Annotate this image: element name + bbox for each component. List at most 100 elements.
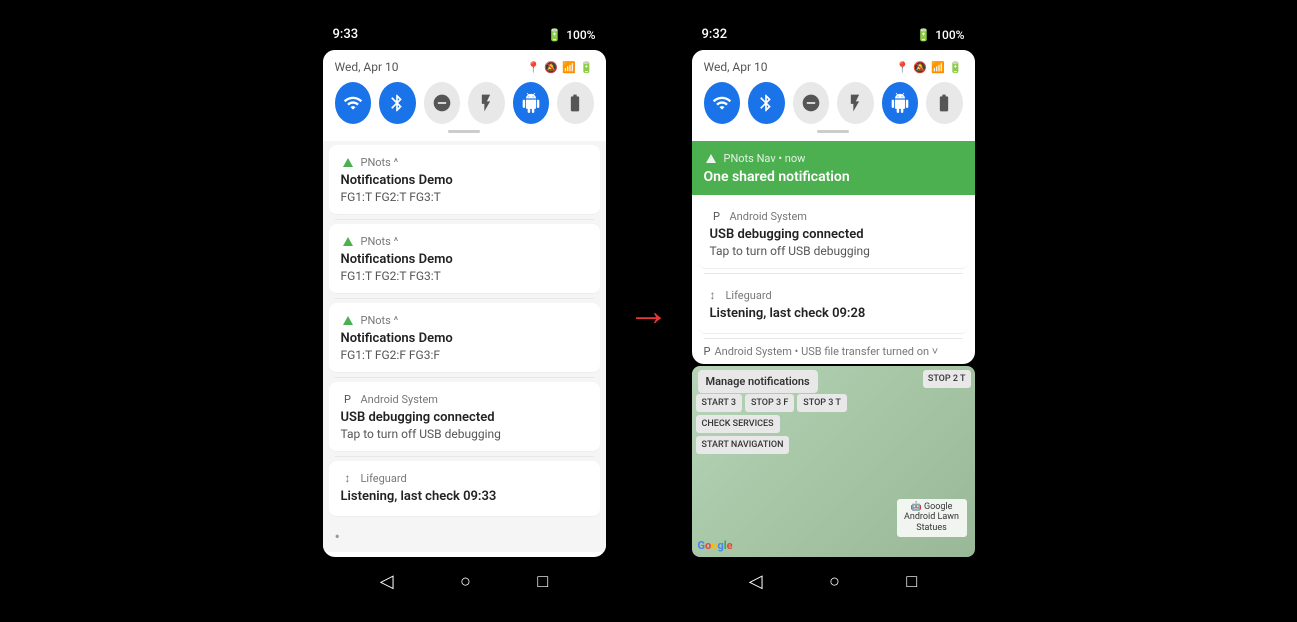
notif-title-1: Notifications Demo — [341, 173, 588, 188]
pnots-nav-icon — [704, 151, 718, 165]
map-place-label: 🤖 Google Android Lawn Statues — [897, 499, 967, 537]
battery-status-icon: 🔋 — [580, 61, 594, 74]
right-toggle-buttons — [704, 82, 963, 124]
right-battery-icon: 🔋 — [916, 28, 931, 42]
left-time: 9:33 — [333, 27, 359, 42]
pnots-nav-app-label: PNots Nav • now — [724, 152, 806, 165]
right-status-icons: 📍 🔕 📶 🔋 — [896, 61, 963, 74]
pnots-nav-notification[interactable]: PNots Nav • now One shared notification — [692, 141, 975, 195]
left-status-bar: 9:33 🔋 100% — [317, 21, 612, 46]
r-flashlight-toggle[interactable] — [837, 82, 874, 124]
notif-body-3: FG1:T FG2:F FG3:F — [341, 348, 588, 362]
recents-button-left[interactable]: □ — [537, 571, 548, 592]
stop3t-button[interactable]: STOP 3 T — [797, 394, 847, 412]
check-services-button[interactable]: CHECK SERVICES — [696, 415, 780, 433]
lifeguard-icon-left: ↕ — [341, 471, 355, 485]
usb-body-right: Tap to turn off USB debugging — [710, 244, 957, 258]
android-toggle[interactable] — [513, 82, 550, 124]
usb-title-right: USB debugging connected — [710, 227, 957, 242]
right-quick-settings: Wed, Apr 10 📍 🔕 📶 🔋 — [692, 50, 975, 141]
android-system-icon-right: P — [710, 209, 724, 223]
left-notification-panel: Wed, Apr 10 📍 🔕 📶 🔋 — [323, 50, 606, 557]
android-system-label-right: Android System — [730, 210, 807, 223]
r-dnd-toggle[interactable] — [793, 82, 830, 124]
lifeguard-title-right: Listening, last check 09:28 — [710, 306, 957, 321]
map-area: Manage notifications STOP 2 T START 3 ST… — [692, 366, 975, 557]
right-battery: 100% — [935, 28, 964, 42]
pnots-icon-3 — [341, 313, 355, 327]
r-location-icon: 📍 — [896, 61, 910, 74]
android-system-icon-left: P — [341, 392, 355, 406]
signal-icon: 📶 — [562, 61, 576, 74]
battery-saver-toggle[interactable] — [557, 82, 594, 124]
more-indicator: • — [323, 521, 606, 552]
list-item[interactable]: P Android System USB debugging connected… — [329, 382, 600, 452]
right-phone-screen: 9:32 🔋 100% Wed, Apr 10 📍 🔕 📶 — [686, 21, 981, 601]
stop2t-button[interactable]: STOP 2 T — [923, 370, 971, 388]
back-button-right[interactable]: ◁ — [749, 571, 763, 592]
right-nav-bar: ◁ ○ □ — [686, 561, 981, 601]
left-quick-settings: Wed, Apr 10 📍 🔕 📶 🔋 — [323, 50, 606, 141]
app-name-2: PNots ^ — [361, 235, 399, 248]
app-name-3: PNots ^ — [361, 314, 399, 327]
action-buttons-left: START 3 STOP 3 F STOP 3 T CHECK SERVICES… — [696, 394, 847, 454]
stop3f-button[interactable]: STOP 3 F — [745, 394, 794, 412]
pnots-icon-2 — [341, 234, 355, 248]
app-name-1: PNots ^ — [361, 156, 399, 169]
start3-button[interactable]: START 3 — [696, 394, 742, 412]
lifeguard-notification-right[interactable]: ↕ Lifeguard Listening, last check 09:28 — [698, 278, 969, 334]
left-date: Wed, Apr 10 — [335, 60, 399, 74]
bluetooth-toggle[interactable] — [379, 82, 416, 124]
list-item[interactable]: PNots ^ Notifications Demo FG1:T FG2:F F… — [329, 303, 600, 373]
r-wifi-toggle[interactable] — [704, 82, 741, 124]
dnd-toggle[interactable] — [424, 82, 461, 124]
list-item[interactable]: PNots ^ Notifications Demo FG1:T FG2:T F… — [329, 145, 600, 215]
notif-title-2: Notifications Demo — [341, 252, 588, 267]
left-notifications-list: PNots ^ Notifications Demo FG1:T FG2:T F… — [323, 141, 606, 552]
panel-handle — [448, 130, 480, 133]
android-system-usb-notification[interactable]: P Android System USB debugging connected… — [698, 199, 969, 269]
home-button-right[interactable]: ○ — [829, 571, 840, 592]
left-battery-icon: 🔋 — [547, 28, 562, 42]
recents-button-right[interactable]: □ — [906, 571, 917, 592]
lifeguard-title-left: Listening, last check 09:33 — [341, 489, 588, 504]
back-button-left[interactable]: ◁ — [380, 571, 394, 592]
usb-footer-text: Android System • USB file transfer turne… — [714, 345, 938, 358]
left-phone-screen: 9:33 🔋 100% Wed, Apr 10 📍 🔕 📶 🔋 — [317, 21, 612, 601]
wifi-toggle[interactable] — [335, 82, 372, 124]
transition-arrow: → — [628, 287, 670, 336]
left-status-icons: 📍 🔕 📶 🔋 — [527, 61, 594, 74]
left-toggle-buttons — [335, 82, 594, 124]
start-navigation-button[interactable]: START NAVIGATION — [696, 436, 790, 454]
lifeguard-label-left: Lifeguard — [361, 472, 407, 485]
google-logo: Google — [698, 534, 733, 553]
list-item[interactable]: PNots ^ Notifications Demo FG1:T FG2:T F… — [329, 224, 600, 294]
flashlight-toggle[interactable] — [468, 82, 505, 124]
notif-title-3: Notifications Demo — [341, 331, 588, 346]
notif-body-2: FG1:T FG2:T FG3:T — [341, 269, 588, 283]
list-item[interactable]: ↕ Lifeguard Listening, last check 09:33 — [329, 461, 600, 517]
manage-notifications-button[interactable]: Manage notifications — [698, 370, 818, 393]
manage-notifications-area: Manage notifications — [698, 370, 818, 393]
r-android-toggle[interactable] — [882, 82, 919, 124]
pnots-icon-1 — [341, 155, 355, 169]
r-mute-icon: 🔕 — [913, 61, 927, 74]
r-panel-handle — [817, 130, 849, 133]
action-buttons-top: STOP 2 T — [923, 370, 971, 388]
home-button-left[interactable]: ○ — [460, 571, 471, 592]
location-icon: 📍 — [527, 61, 541, 74]
notif-body-1: FG1:T FG2:T FG3:T — [341, 190, 588, 204]
r-battery-status-icon: 🔋 — [949, 61, 963, 74]
left-nav-bar: ◁ ○ □ — [317, 561, 612, 601]
right-date: Wed, Apr 10 — [704, 60, 768, 74]
usb-footer[interactable]: P Android System • USB file transfer tur… — [692, 339, 975, 364]
right-status-bar: 9:32 🔋 100% — [686, 21, 981, 46]
usb-title-left: USB debugging connected — [341, 410, 588, 425]
usb-footer-icon: P — [704, 345, 711, 358]
lifeguard-label-right: Lifeguard — [726, 289, 772, 302]
r-signal-icon: 📶 — [931, 61, 945, 74]
right-notification-panel: Wed, Apr 10 📍 🔕 📶 🔋 — [692, 50, 975, 364]
right-time: 9:32 — [702, 27, 728, 42]
r-battery-saver-toggle[interactable] — [926, 82, 963, 124]
r-bluetooth-toggle[interactable] — [748, 82, 785, 124]
